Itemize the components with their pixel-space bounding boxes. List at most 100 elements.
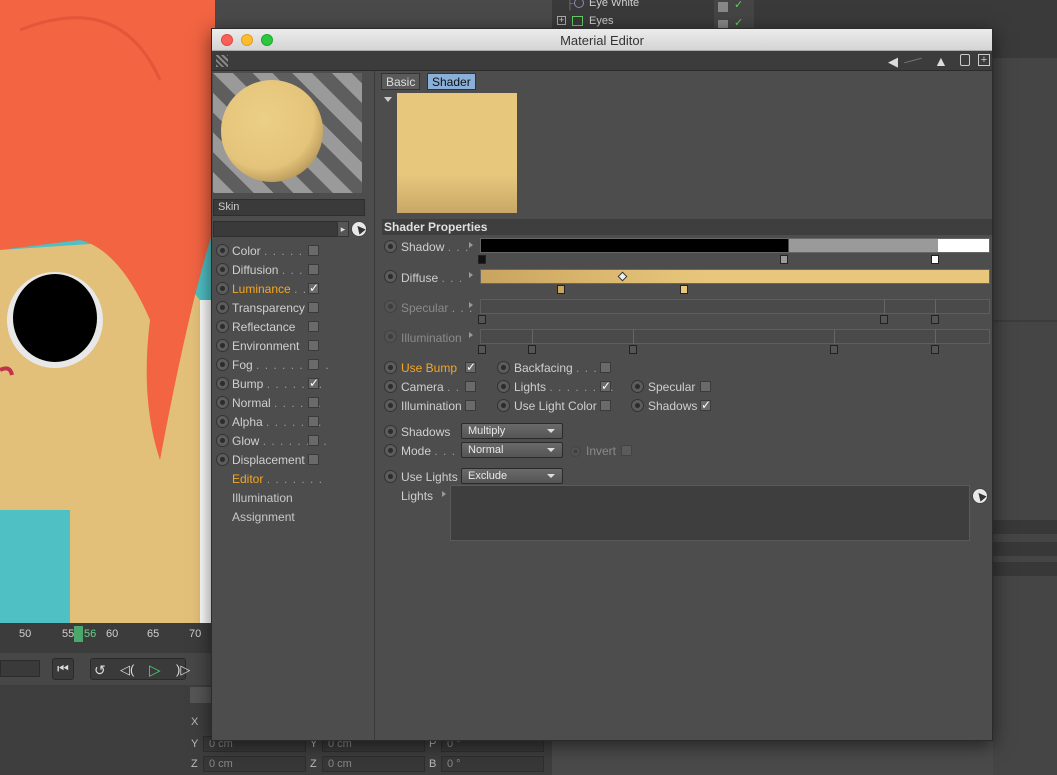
channel-checkbox[interactable] — [308, 359, 319, 370]
position-z-field[interactable]: 0 cm — [203, 756, 306, 772]
layer-icon[interactable] — [718, 2, 728, 12]
camera-checkbox[interactable] — [465, 381, 476, 392]
channel-transparency[interactable]: Transparency — [214, 299, 364, 318]
timeline-ruler[interactable]: 50 55 56 60 65 70 — [0, 623, 215, 653]
expand-arrow-icon[interactable] — [469, 242, 473, 248]
camera-animate-radio[interactable] — [384, 380, 397, 393]
channel-diffusion[interactable]: Diffusion . . . . — [214, 261, 364, 280]
playhead[interactable] — [74, 626, 83, 642]
title-bar[interactable]: Material Editor — [212, 29, 992, 51]
channel-checkbox[interactable] — [308, 416, 319, 427]
channel-animate-radio[interactable] — [216, 415, 229, 428]
illumination-checkbox[interactable] — [465, 400, 476, 411]
color-swatch[interactable] — [397, 93, 517, 213]
channel-animate-radio[interactable] — [216, 396, 229, 409]
step-forward-icon[interactable]: )▷ — [176, 662, 190, 678]
channel-checkbox[interactable]: ✓ — [308, 282, 319, 294]
back-arrow-icon[interactable]: ◀ — [888, 54, 898, 70]
shadow-gradient[interactable] — [480, 238, 990, 253]
channel-checkbox[interactable] — [308, 302, 319, 313]
channel-color[interactable]: Color . . . . . . . — [214, 242, 364, 261]
scale-z-field[interactable]: 0 cm — [322, 756, 425, 772]
pick-arrow-icon[interactable] — [351, 221, 367, 237]
rotation-b-field[interactable]: 0 ° — [441, 756, 544, 772]
backfacing-checkbox[interactable] — [600, 362, 611, 373]
channel-fog[interactable]: Fog . . . . . . . . . — [214, 356, 364, 375]
expand-arrow-icon[interactable] — [469, 302, 473, 308]
channel-glow[interactable]: Glow . . . . . . . . — [214, 432, 364, 451]
mode-animate-radio[interactable] — [384, 444, 397, 457]
tab-shader[interactable]: Shader — [427, 73, 476, 90]
new-window-icon[interactable]: + — [978, 54, 990, 66]
expand-arrow-icon[interactable] — [469, 272, 473, 278]
gradient-knot[interactable] — [931, 255, 939, 264]
shadows-opt-animate-radio[interactable] — [631, 399, 644, 412]
invert-checkbox[interactable] — [621, 445, 632, 456]
collapse-icon[interactable] — [384, 97, 392, 102]
use-bump-animate-radio[interactable] — [384, 361, 397, 374]
channel-animate-radio[interactable] — [216, 301, 229, 314]
use-bump-checkbox[interactable]: ✓ — [465, 361, 476, 373]
lights-checkbox[interactable]: ✓ — [600, 380, 611, 392]
use-lights-animate-radio[interactable] — [384, 470, 397, 483]
step-back-icon[interactable]: ◁( — [120, 662, 134, 678]
expand-icon[interactable]: + — [557, 16, 566, 25]
panel-assignment[interactable]: Assignment — [232, 510, 295, 524]
channel-checkbox[interactable] — [308, 454, 319, 465]
channel-alpha[interactable]: Alpha . . . . . . . — [214, 413, 364, 432]
use-light-color-checkbox[interactable] — [600, 400, 611, 411]
lights-animate-radio[interactable] — [497, 380, 510, 393]
channel-luminance[interactable]: Luminance . . . ✓ — [214, 280, 364, 299]
gradient-knot[interactable] — [478, 255, 486, 264]
channel-search-field[interactable] — [213, 221, 348, 237]
channel-animate-radio[interactable] — [216, 453, 229, 466]
check-icon[interactable]: ✓ — [734, 0, 743, 11]
panel-editor[interactable]: Editor . . . . . . . — [232, 472, 323, 486]
gradient-knot[interactable] — [780, 255, 788, 264]
chevron-right-icon[interactable]: ▸ — [337, 221, 349, 237]
loop-icon[interactable]: ↺ — [94, 662, 106, 679]
lights-list[interactable] — [450, 485, 970, 541]
channel-animate-radio[interactable] — [216, 339, 229, 352]
shadow-animate-radio[interactable] — [384, 240, 397, 253]
diffuse-gradient[interactable] — [480, 269, 990, 284]
pick-arrow-icon[interactable] — [972, 488, 988, 504]
channel-environment[interactable]: Environment — [214, 337, 364, 356]
lock-icon[interactable] — [960, 54, 970, 66]
channel-bump[interactable]: Bump . . . . . . . ✓ — [214, 375, 364, 394]
shadows-checkbox[interactable]: ✓ — [700, 399, 711, 411]
expand-arrow-icon[interactable] — [442, 491, 446, 497]
up-arrow-icon[interactable]: ▲ — [934, 53, 948, 69]
use-light-color-animate-radio[interactable] — [497, 399, 510, 412]
illumination-animate-radio[interactable] — [384, 330, 397, 343]
shadows-mode-animate-radio[interactable] — [384, 425, 397, 438]
channel-checkbox[interactable] — [308, 245, 319, 256]
mode-dropdown[interactable]: Normal — [461, 442, 563, 458]
invert-animate-radio[interactable] — [570, 446, 581, 457]
channel-reflectance[interactable]: Reflectance — [214, 318, 364, 337]
grip-icon[interactable] — [216, 55, 228, 67]
channel-checkbox[interactable] — [308, 435, 319, 446]
gradient-knot[interactable] — [557, 285, 565, 294]
channel-animate-radio[interactable] — [216, 377, 229, 390]
specular-checkbox[interactable] — [700, 381, 711, 392]
channel-animate-radio[interactable] — [216, 320, 229, 333]
material-preview[interactable] — [213, 73, 362, 193]
gradient-knot[interactable] — [680, 285, 688, 294]
channel-checkbox[interactable]: ✓ — [308, 377, 319, 389]
channel-animate-radio[interactable] — [216, 358, 229, 371]
channel-animate-radio[interactable] — [216, 434, 229, 447]
use-lights-dropdown[interactable]: Exclude — [461, 468, 563, 484]
material-name-field[interactable]: Skin — [213, 199, 365, 216]
go-to-start-button[interactable]: ⏮ — [52, 658, 74, 680]
specular-opt-animate-radio[interactable] — [631, 380, 644, 393]
viewport[interactable] — [0, 0, 215, 623]
channel-checkbox[interactable] — [308, 340, 319, 351]
diffuse-animate-radio[interactable] — [384, 270, 397, 283]
channel-checkbox[interactable] — [308, 397, 319, 408]
specular-animate-radio[interactable] — [384, 300, 397, 313]
expand-arrow-icon[interactable] — [469, 332, 473, 338]
panel-illumination[interactable]: Illumination — [232, 491, 293, 505]
channel-checkbox[interactable] — [308, 264, 319, 275]
channel-animate-radio[interactable] — [216, 263, 229, 276]
